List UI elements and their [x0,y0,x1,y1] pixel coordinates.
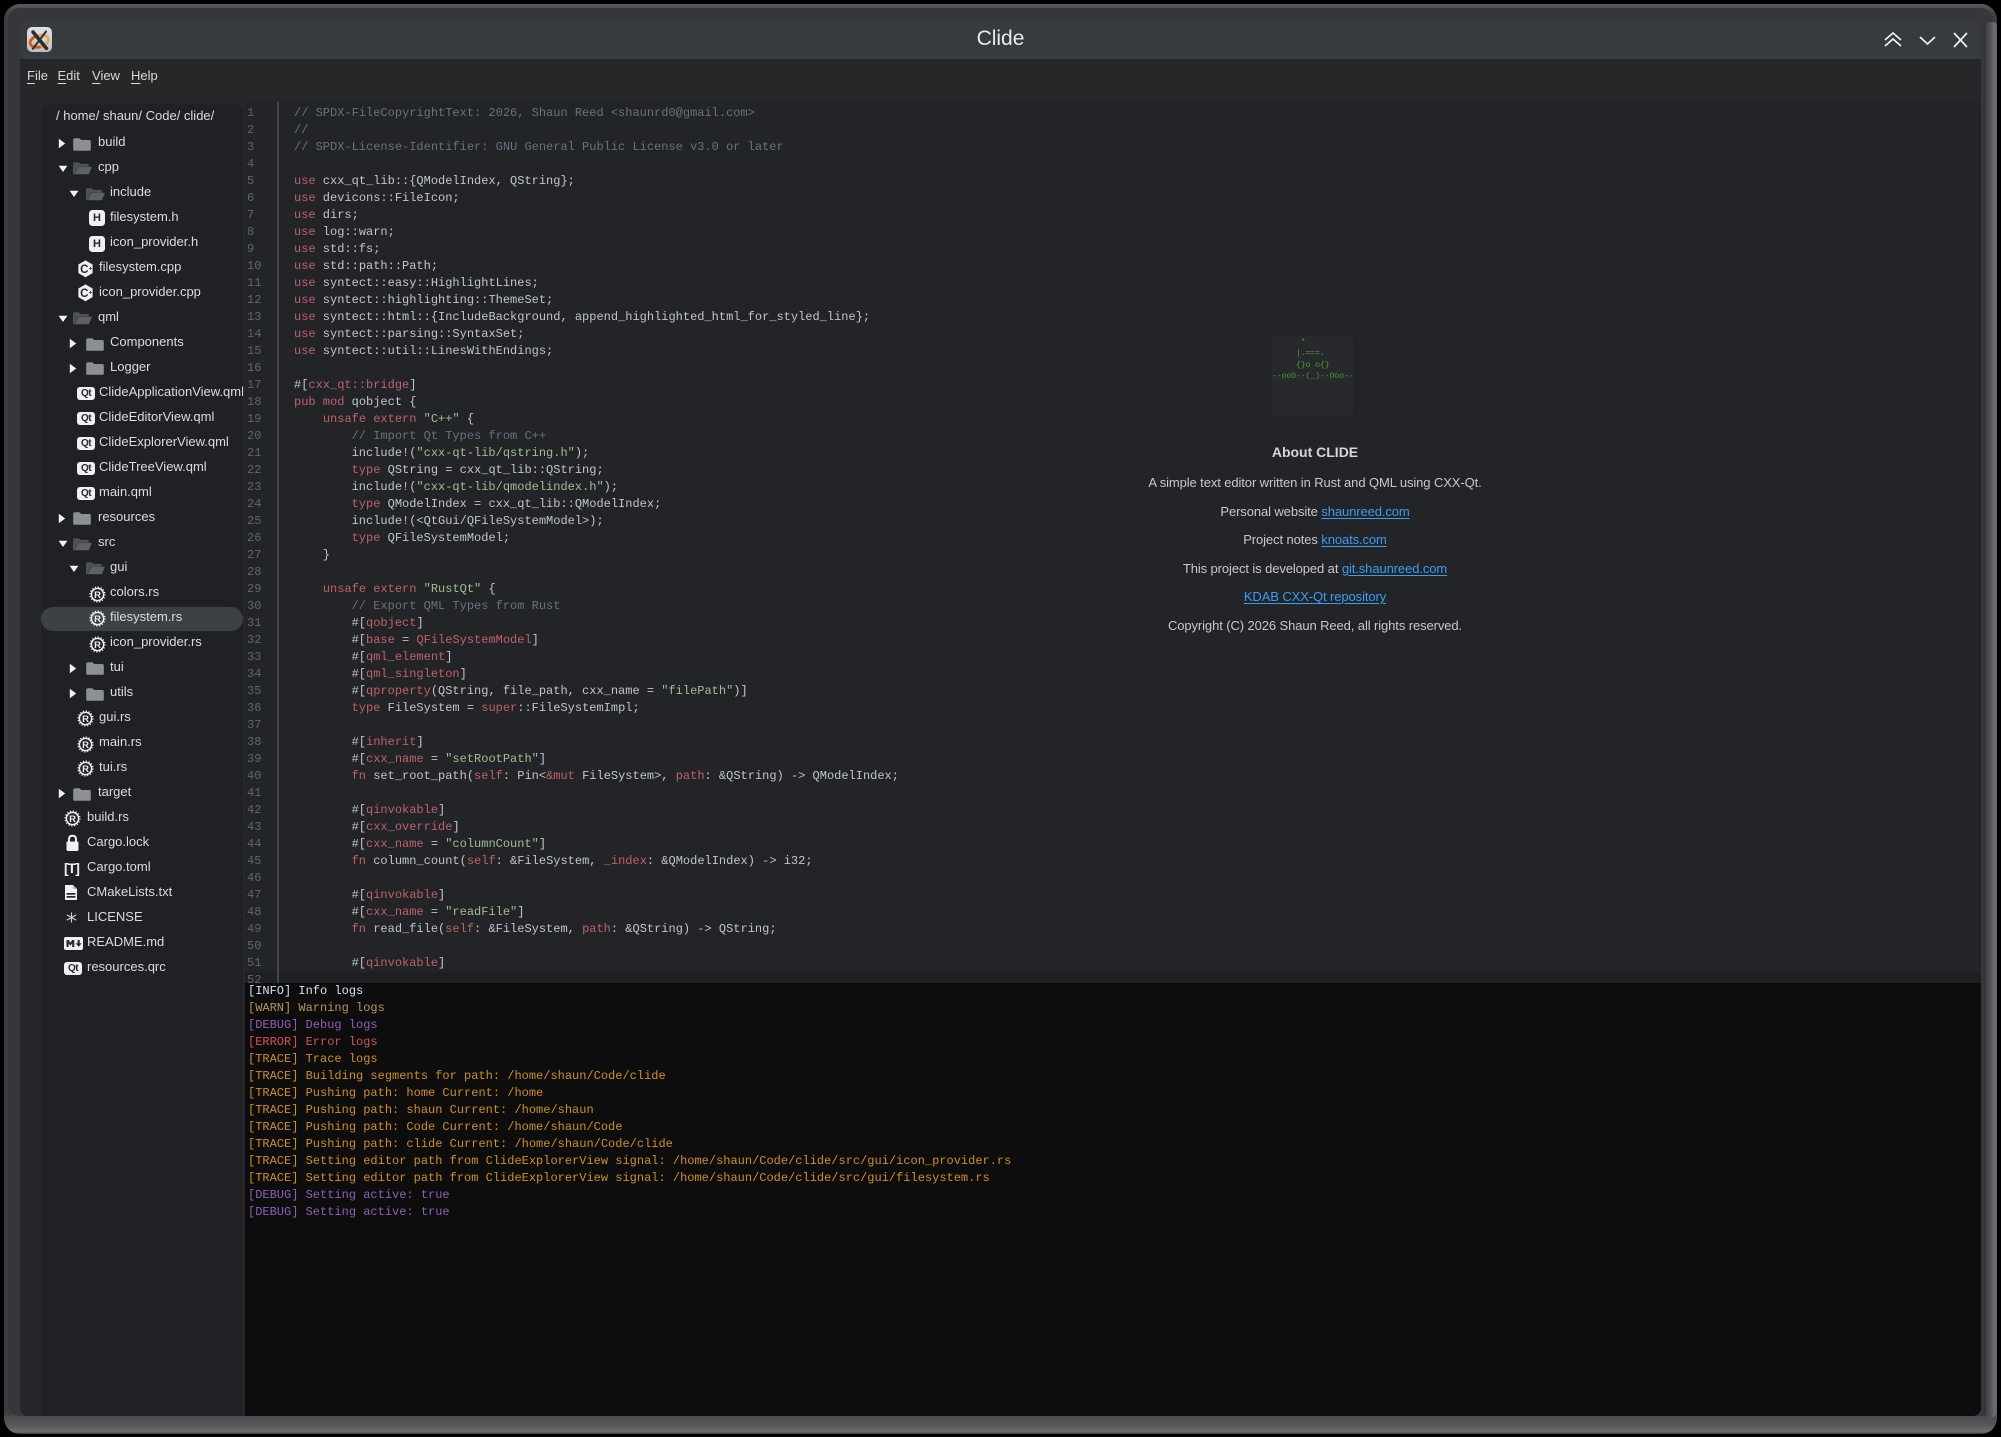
svg-text:C: C [80,288,88,300]
svg-text:+: + [89,266,93,273]
svg-text:R: R [82,764,89,775]
svg-text:R: R [82,714,89,725]
svg-text:R: R [94,614,101,625]
svg-text:C: C [80,264,88,276]
svg-text:R: R [82,740,89,751]
svg-text:R: R [94,590,101,601]
svg-text:+: + [89,290,93,297]
svg-text:R: R [94,640,101,651]
svg-text:R: R [69,814,76,825]
